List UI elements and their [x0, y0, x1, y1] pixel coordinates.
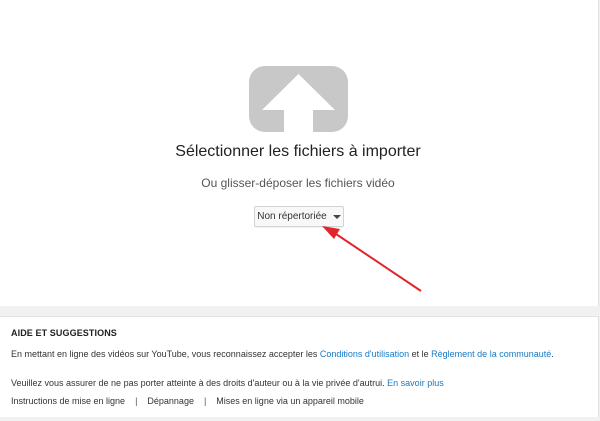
terms-and: et le [409, 349, 432, 359]
terms-end: . [551, 349, 554, 359]
help-terms-text: En mettant en ligne des vidéos sur YouTu… [11, 348, 571, 361]
help-footer-links: Instructions de mise en ligne | Dépannag… [11, 396, 364, 406]
help-copyright-text: Veuillez vous assurer de ne pas porter a… [11, 377, 444, 390]
copyright-intro: Veuillez vous assurer de ne pas porter a… [11, 378, 388, 388]
terms-intro: En mettant en ligne des vidéos sur YouTu… [11, 349, 320, 359]
terms-link[interactable]: Conditions d'utilisation [320, 349, 409, 359]
help-panel: AIDE ET SUGGESTIONS En mettant en ligne … [0, 316, 599, 417]
help-title: AIDE ET SUGGESTIONS [11, 328, 117, 338]
community-guidelines-link[interactable]: Règlement de la communauté [431, 349, 551, 359]
mobile-uploads-link[interactable]: Mises en ligne via un appareil mobile [216, 396, 364, 406]
troubleshooting-link[interactable]: Dépannage [147, 396, 194, 406]
link-separator: | [203, 396, 207, 406]
learn-more-link[interactable]: En savoir plus [387, 378, 444, 388]
upload-instructions-link[interactable]: Instructions de mise en ligne [11, 396, 125, 406]
link-separator: | [135, 396, 138, 406]
